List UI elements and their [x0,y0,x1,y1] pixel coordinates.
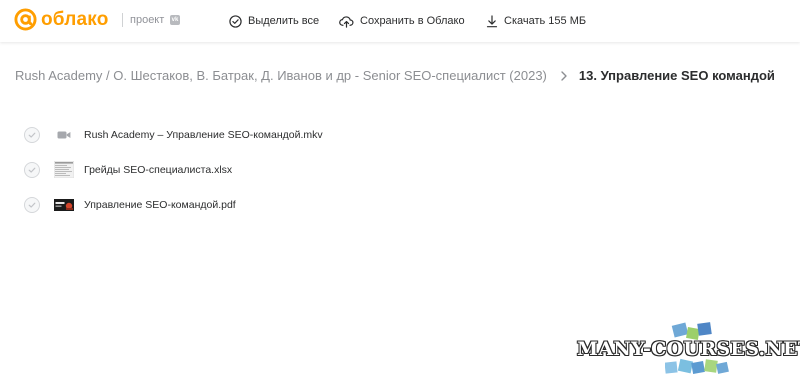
file-list: Rush Academy – Управление SEO-командой.m… [24,117,524,222]
top-header: облако проект vk Выделить все Сохранить … [0,0,800,42]
select-all-label: Выделить все [248,15,320,27]
breadcrumb: Rush Academy / О. Шестаков, В. Батрак, Д… [15,68,775,84]
file-row-pdf[interactable]: Управление SEO-командой.pdf [24,187,524,222]
file-row-video[interactable]: Rush Academy – Управление SEO-командой.m… [24,117,524,152]
save-to-cloud-label: Сохранить в Облако [360,15,465,27]
check-circle-icon [229,14,242,28]
file-select-checkbox[interactable] [24,196,40,213]
check-icon [28,132,36,138]
select-all-button[interactable]: Выделить все [229,11,319,31]
spreadsheet-thumbnail-icon [54,161,74,178]
pdf-thumbnail-icon [54,197,74,213]
download-icon [486,14,498,27]
at-sign-icon [14,8,37,31]
chevron-right-icon [561,71,567,81]
check-icon [28,167,36,173]
logo-text: облако [41,9,109,30]
download-button[interactable]: Скачать 155 МБ [486,11,586,31]
cloud-upload-icon [339,15,354,28]
file-name: Грейды SEO-специалиста.xlsx [84,163,233,176]
check-icon [28,202,36,208]
file-select-checkbox[interactable] [24,126,40,143]
watermark: MANY-COURSES.NET [577,322,800,376]
breadcrumb-parent-link[interactable]: Rush Academy / О. Шестаков, В. Батрак, Д… [15,68,547,84]
logo-divider [122,13,123,27]
video-file-icon [54,127,74,143]
file-name: Управление SEO-командой.pdf [84,198,236,211]
logo[interactable]: облако [14,8,109,31]
file-name: Rush Academy – Управление SEO-командой.m… [84,128,323,141]
watermark-text: MANY-COURSES.NET [577,338,800,360]
download-label: Скачать 155 МБ [504,15,587,27]
file-row-spreadsheet[interactable]: Грейды SEO-специалиста.xlsx [24,152,524,187]
project-label: проект [130,14,165,26]
vk-badge: vk [170,15,180,25]
save-to-cloud-button[interactable]: Сохранить в Облако [339,11,465,31]
file-select-checkbox[interactable] [24,161,40,178]
breadcrumb-current: 13. Управление SEO командой [578,68,775,83]
